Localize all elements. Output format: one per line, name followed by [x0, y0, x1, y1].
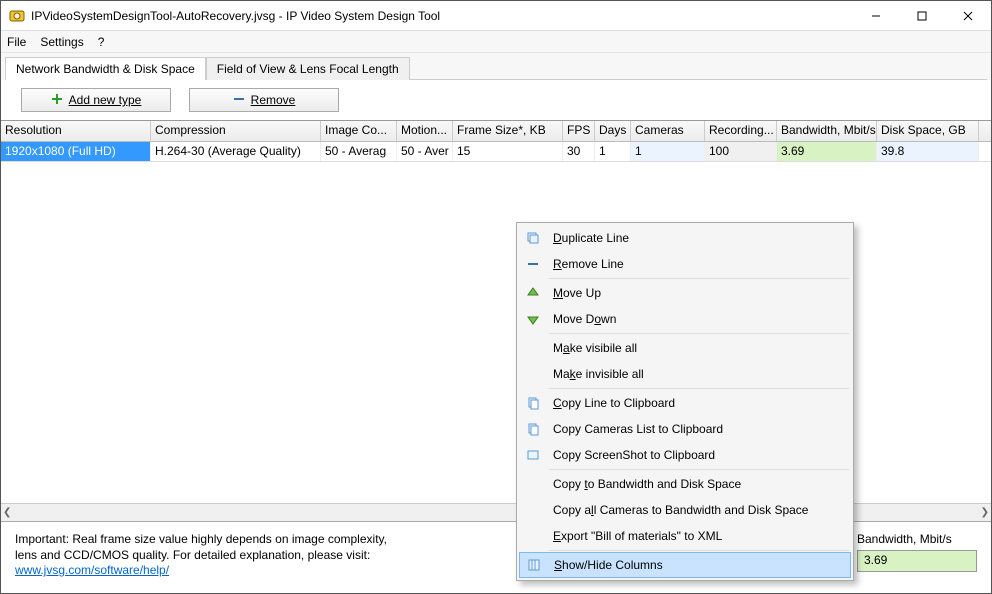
ctx-remove-label: Remove Line	[553, 257, 624, 271]
window-title: IPVideoSystemDesignTool-AutoRecovery.jvs…	[31, 9, 853, 23]
app-icon	[9, 8, 25, 24]
cell-bandwidth[interactable]: 3.69	[777, 142, 877, 161]
col-fps[interactable]: FPS	[563, 121, 595, 141]
cell-disk[interactable]: 39.8	[877, 142, 979, 161]
remove-icon	[523, 257, 543, 271]
col-recording[interactable]: Recording...	[705, 121, 777, 141]
data-grid: Resolution Compression Image Co... Motio…	[1, 120, 991, 162]
col-resolution[interactable]: Resolution	[1, 121, 151, 141]
context-menu: Duplicate Line Remove Line Move Up Move …	[516, 222, 854, 581]
copy-icon	[523, 396, 543, 410]
cell-fps[interactable]: 30	[563, 142, 595, 161]
ctx-move-up[interactable]: Move Up	[519, 280, 851, 306]
ctx-duplicate[interactable]: Duplicate Line	[519, 225, 851, 251]
ctx-invisible-all-label: Make invisible all	[553, 367, 644, 381]
toolbar: Add new type Remove	[1, 80, 991, 120]
menu-help[interactable]: ?	[98, 35, 105, 49]
ctx-move-down-label: Move Down	[553, 312, 616, 326]
cell-compression[interactable]: H.264-30 (Average Quality)	[151, 142, 321, 161]
ctx-export-bom[interactable]: Export "Bill of materials" to XML	[519, 523, 851, 549]
copy-icon	[523, 422, 543, 436]
tab-bandwidth[interactable]: Network Bandwidth & Disk Space	[5, 57, 206, 80]
cell-resolution[interactable]: 1920x1080 (Full HD)	[1, 142, 151, 161]
ctx-move-down[interactable]: Move Down	[519, 306, 851, 332]
minus-icon	[233, 93, 245, 108]
ctx-copy-screenshot-label: Copy ScreenShot to Clipboard	[553, 448, 715, 462]
ctx-export-bom-label: Export "Bill of materials" to XML	[553, 529, 722, 543]
ctx-copy-line[interactable]: Copy Line to Clipboard	[519, 390, 851, 416]
ctx-invisible-all[interactable]: Make invisible all	[519, 361, 851, 387]
ctx-visible-all[interactable]: Make visibile all	[519, 335, 851, 361]
cell-motion[interactable]: 50 - Aver	[397, 142, 453, 161]
duplicate-icon	[523, 231, 543, 245]
ctx-copy-bw-label: Copy to Bandwidth and Disk Space	[553, 477, 741, 491]
ctx-show-hide-label: Show/Hide Columns	[554, 558, 663, 572]
cell-frame-size[interactable]: 15	[453, 142, 563, 161]
menubar: File Settings ?	[1, 31, 991, 53]
footer-help-link[interactable]: www.jvsg.com/software/help/	[15, 563, 169, 577]
table-row[interactable]: 1920x1080 (Full HD) H.264-30 (Average Qu…	[1, 142, 991, 162]
cell-cameras[interactable]: 1	[631, 142, 705, 161]
footer-note-line1: Important: Real frame size value highly …	[15, 532, 387, 548]
ctx-copy-screenshot[interactable]: Copy ScreenShot to Clipboard	[519, 442, 851, 468]
remove-button[interactable]: Remove	[189, 88, 339, 112]
ctx-copy-all-label: Copy all Cameras to Bandwidth and Disk S…	[553, 503, 808, 517]
close-button[interactable]	[945, 1, 991, 31]
col-motion[interactable]: Motion...	[397, 121, 453, 141]
cell-days[interactable]: 1	[595, 142, 631, 161]
remove-label: Remove	[251, 93, 296, 107]
ctx-duplicate-label: Duplicate Line	[553, 231, 629, 245]
ctx-copy-line-label: Copy Line to Clipboard	[553, 396, 675, 410]
col-image-complexity[interactable]: Image Co...	[321, 121, 397, 141]
arrow-up-icon	[523, 286, 543, 300]
ctx-copy-bw[interactable]: Copy to Bandwidth and Disk Space	[519, 471, 851, 497]
grid-header: Resolution Compression Image Co... Motio…	[1, 121, 991, 142]
ctx-move-up-label: Move Up	[553, 286, 601, 300]
cell-image-complexity[interactable]: 50 - Averag	[321, 142, 397, 161]
ctx-copy-all[interactable]: Copy all Cameras to Bandwidth and Disk S…	[519, 497, 851, 523]
ctx-show-hide-columns[interactable]: Show/Hide Columns	[519, 552, 851, 578]
add-type-label: Add new type	[69, 93, 142, 107]
arrow-down-icon	[523, 312, 543, 326]
scroll-right-icon[interactable]: ❯	[981, 507, 989, 518]
menu-file[interactable]: File	[7, 35, 26, 49]
tab-fov[interactable]: Field of View & Lens Focal Length	[206, 57, 410, 80]
summary-bandwidth-value: 3.69	[857, 550, 977, 572]
col-frame-size[interactable]: Frame Size*, KB	[453, 121, 563, 141]
ctx-copy-cameras-label: Copy Cameras List to Clipboard	[553, 422, 723, 436]
footer-note: Important: Real frame size value highly …	[15, 532, 387, 583]
col-bandwidth[interactable]: Bandwidth, Mbit/s	[777, 121, 877, 141]
footer-summary: Bandwidth, Mbit/s 3.69	[857, 532, 977, 583]
menu-settings[interactable]: Settings	[40, 35, 83, 49]
plus-icon	[51, 93, 63, 108]
summary-bandwidth-label: Bandwidth, Mbit/s	[857, 532, 977, 546]
columns-icon	[524, 558, 544, 572]
scroll-left-icon[interactable]: ❮	[3, 507, 11, 518]
cell-recording[interactable]: 100	[705, 142, 777, 161]
col-compression[interactable]: Compression	[151, 121, 321, 141]
titlebar: IPVideoSystemDesignTool-AutoRecovery.jvs…	[1, 1, 991, 31]
col-days[interactable]: Days	[595, 121, 631, 141]
maximize-button[interactable]	[899, 1, 945, 31]
ctx-copy-cameras[interactable]: Copy Cameras List to Clipboard	[519, 416, 851, 442]
add-type-button[interactable]: Add new type	[21, 88, 171, 112]
col-cameras[interactable]: Cameras	[631, 121, 705, 141]
col-disk[interactable]: Disk Space, GB	[877, 121, 979, 141]
ctx-remove[interactable]: Remove Line	[519, 251, 851, 277]
minimize-button[interactable]	[853, 1, 899, 31]
footer-note-line2: lens and CCD/CMOS quality. For detailed …	[15, 548, 387, 564]
tab-row: Network Bandwidth & Disk Space Field of …	[1, 53, 991, 80]
screenshot-icon	[523, 448, 543, 462]
ctx-visible-all-label: Make visibile all	[553, 341, 637, 355]
